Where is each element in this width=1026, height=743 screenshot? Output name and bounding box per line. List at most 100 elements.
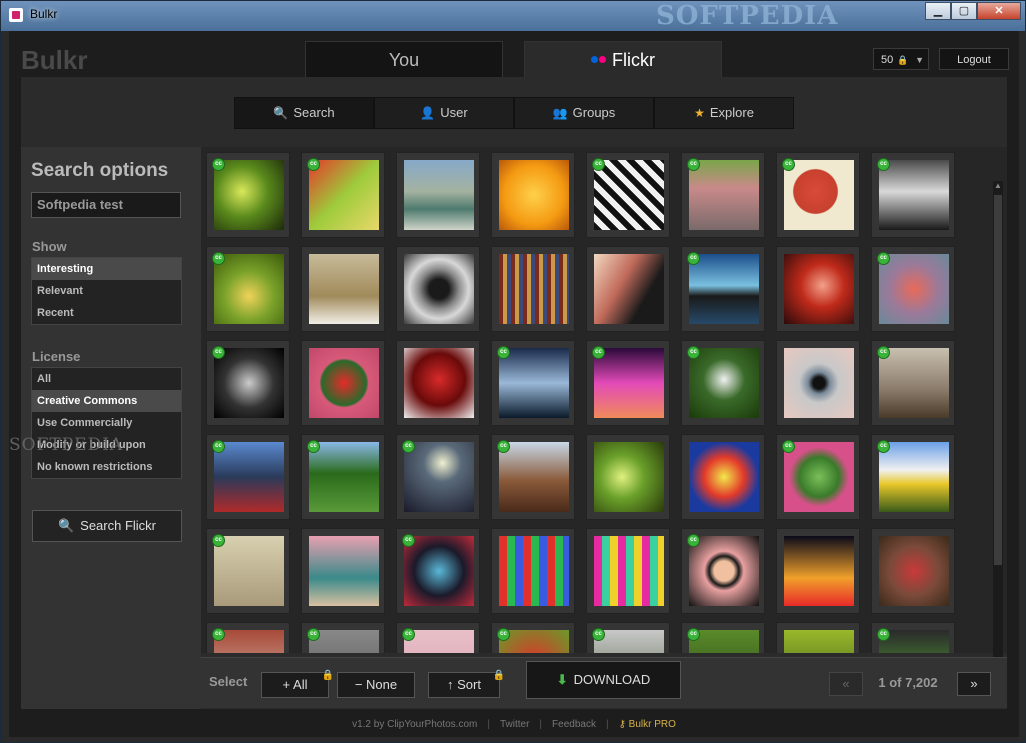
minimize-icon[interactable]: ▁	[925, 2, 951, 20]
grid-scrollbar[interactable]: ▲ ▼	[993, 181, 1003, 683]
photo-image	[879, 442, 949, 512]
photo-thumbnail[interactable]: cc	[491, 622, 575, 653]
photo-thumbnail[interactable]: cc	[871, 434, 955, 520]
photo-thumbnail[interactable]	[776, 528, 860, 614]
maximize-icon[interactable]: ▢	[951, 2, 977, 20]
photo-thumbnail[interactable]	[586, 246, 670, 332]
photo-thumbnail[interactable]	[301, 340, 385, 426]
photo-thumbnail[interactable]	[681, 434, 765, 520]
photo-thumbnail[interactable]: cc	[206, 528, 290, 614]
photo-thumbnail[interactable]	[396, 246, 480, 332]
photo-thumbnail[interactable]: cc	[586, 622, 670, 653]
photo-thumbnail[interactable]	[776, 340, 860, 426]
photo-image	[214, 536, 284, 606]
footer-feedback-link[interactable]: Feedback	[552, 719, 596, 730]
download-limit-value: 50	[881, 54, 894, 66]
photo-thumbnail[interactable]: cc	[396, 434, 480, 520]
photo-thumbnail[interactable]: cc	[871, 152, 955, 238]
photo-thumbnail[interactable]: cc	[301, 434, 385, 520]
prev-page-button[interactable]: «	[829, 672, 863, 696]
creative-commons-icon: cc	[782, 440, 795, 453]
photo-thumbnail[interactable]: cc	[681, 528, 765, 614]
photo-thumbnail[interactable]: cc	[586, 152, 670, 238]
app-body: Bulkr You Flickr 50 🔒 ▼ Logout 🔍 Search 👤 Us…	[9, 31, 1019, 737]
photo-thumbnail[interactable]: cc	[396, 622, 480, 653]
footer-pro-link[interactable]: Bulkr PRO	[629, 719, 676, 730]
show-option-interesting[interactable]: Interesting	[32, 258, 181, 280]
sort-button[interactable]: ↑ Sort 🔒	[428, 670, 505, 698]
photo-image	[784, 536, 854, 606]
next-page-button[interactable]: »	[957, 672, 991, 696]
select-all-button[interactable]: + All 🔒	[261, 670, 334, 698]
photo-thumbnail[interactable]	[871, 528, 955, 614]
license-option-no-restrictions[interactable]: No known restrictions	[32, 456, 181, 478]
tab-you[interactable]: You	[305, 41, 503, 77]
photo-thumbnail[interactable]: cc	[681, 622, 765, 653]
subtab-search[interactable]: 🔍 Search	[234, 97, 374, 129]
scroll-up-icon[interactable]: ▲	[993, 181, 1003, 191]
scrollbar-thumb[interactable]	[994, 195, 1002, 565]
license-option-commercial[interactable]: Use Commercially	[32, 412, 181, 434]
photo-thumbnail[interactable]: cc	[206, 434, 290, 520]
photo-thumbnail[interactable]: cc	[206, 152, 290, 238]
search-flickr-button[interactable]: 🔍 Search Flickr	[32, 510, 182, 542]
footer-twitter-link[interactable]: Twitter	[500, 719, 529, 730]
photo-thumbnail[interactable]	[491, 528, 575, 614]
window-title: Bulkr	[30, 7, 58, 21]
groups-icon: 👥	[552, 106, 568, 120]
sort-label: ↑ Sort	[447, 677, 481, 692]
search-input[interactable]: Softpedia test	[31, 192, 181, 218]
photo-image	[689, 160, 759, 230]
photo-thumbnail[interactable]	[396, 340, 480, 426]
photo-thumbnail[interactable]	[301, 246, 385, 332]
show-option-recent[interactable]: Recent	[32, 302, 181, 324]
photo-thumbnail[interactable]: cc	[206, 246, 290, 332]
photo-thumbnail[interactable]	[491, 246, 575, 332]
photo-image	[879, 536, 949, 606]
photo-thumbnail[interactable]: cc	[681, 246, 765, 332]
photo-thumbnail[interactable]: cc	[396, 528, 480, 614]
photo-thumbnail[interactable]: cc	[776, 152, 860, 238]
license-option-all[interactable]: All	[32, 368, 181, 390]
photo-thumbnail[interactable]	[586, 434, 670, 520]
show-option-relevant[interactable]: Relevant	[32, 280, 181, 302]
photo-thumbnail[interactable]: cc	[301, 622, 385, 653]
photo-thumbnail[interactable]: cc	[206, 340, 290, 426]
photo-thumbnail[interactable]	[776, 622, 860, 653]
photo-thumbnail[interactable]: cc	[871, 246, 955, 332]
creative-commons-icon: cc	[687, 534, 700, 547]
subtab-groups[interactable]: 👥 Groups	[514, 97, 654, 129]
photo-thumbnail[interactable]: cc	[681, 340, 765, 426]
subtab-user[interactable]: 👤 User	[374, 97, 514, 129]
photo-thumbnail[interactable]	[396, 152, 480, 238]
photo-thumbnail[interactable]	[491, 152, 575, 238]
photo-thumbnail[interactable]: cc	[871, 622, 955, 653]
photo-thumbnail[interactable]	[776, 246, 860, 332]
photo-thumbnail[interactable]: cc	[871, 340, 955, 426]
license-option-creative-commons[interactable]: Creative Commons	[32, 390, 181, 412]
flickr-pink-dot-icon	[599, 55, 606, 63]
photo-thumbnail[interactable]	[301, 528, 385, 614]
photo-image	[309, 348, 379, 418]
tab-flickr[interactable]: Flickr	[524, 41, 722, 77]
photo-thumbnail[interactable]	[586, 528, 670, 614]
download-limit-select[interactable]: 50 🔒 ▼	[873, 48, 929, 70]
subtab-explore[interactable]: ★ Explore	[654, 97, 794, 129]
photo-image	[879, 160, 949, 230]
photo-image	[689, 254, 759, 324]
bottom-toolbar: Select + All 🔒 − None ↑ Sort 🔒 ⬇ DOWNLOAD «…	[201, 657, 1007, 708]
close-icon[interactable]: ✕	[977, 2, 1021, 20]
photo-thumbnail[interactable]: cc	[491, 340, 575, 426]
logout-button[interactable]: Logout	[939, 48, 1009, 70]
creative-commons-icon: cc	[877, 346, 890, 359]
footer-version-link[interactable]: v1.2 by ClipYourPhotos.com	[352, 719, 477, 730]
photo-thumbnail[interactable]: cc	[776, 434, 860, 520]
select-none-button[interactable]: − None	[337, 672, 415, 698]
photo-thumbnail[interactable]: cc	[681, 152, 765, 238]
photo-thumbnail[interactable]: cc	[301, 152, 385, 238]
photo-thumbnail[interactable]: cc	[586, 340, 670, 426]
photo-thumbnail[interactable]: cc	[491, 434, 575, 520]
photo-thumbnail[interactable]: cc	[206, 622, 290, 653]
download-button[interactable]: ⬇ DOWNLOAD	[526, 661, 681, 699]
flickr-blue-dot-icon	[591, 55, 598, 63]
